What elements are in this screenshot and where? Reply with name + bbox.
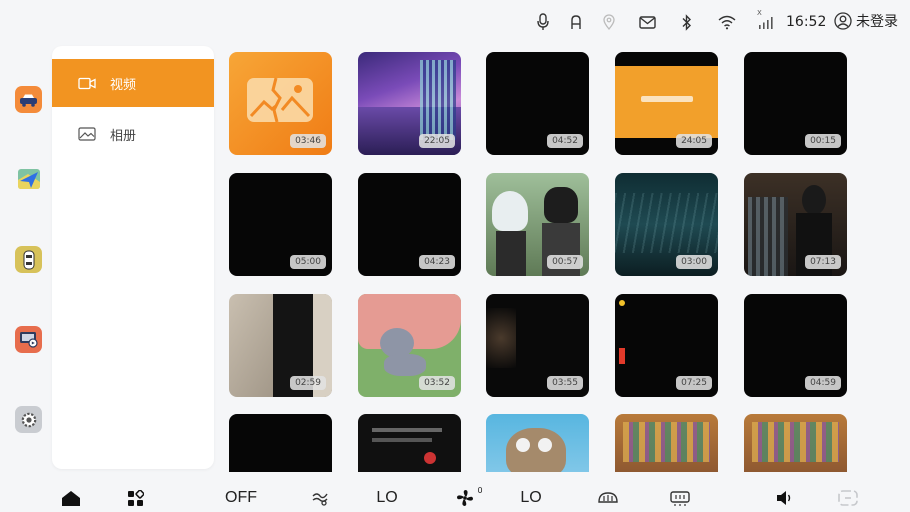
video-thumbnail[interactable]: 07:13 [744,173,847,276]
clock: 16:52 [786,14,827,30]
connect-icon[interactable] [836,486,860,510]
video-duration: 22:05 [419,134,455,148]
video-thumbnail[interactable]: 07:25 [615,294,718,397]
video-thumbnail[interactable]: 03:00 [615,173,718,276]
wifi-icon[interactable] [717,12,737,32]
video-duration: 07:13 [805,255,841,269]
video-duration: 00:57 [547,255,583,269]
tab-photo-album-label: 相册 [110,128,137,144]
video-thumbnail[interactable] [229,414,332,472]
video-thumbnail[interactable] [615,414,718,472]
front-defrost-icon[interactable] [596,486,620,510]
video-thumbnail[interactable]: 03:52 [358,294,461,397]
video-duration: 04:52 [547,134,583,148]
vehicle-app-icon[interactable] [15,246,42,273]
fan-icon[interactable] [454,486,476,510]
status-bar: X 16:52 未登录 [0,0,910,44]
video-thumbnail[interactable]: 04:52 [486,52,589,155]
apps-grid-icon[interactable] [124,486,146,510]
media-category-panel: 视频 相册 [52,46,214,469]
microphone-icon[interactable] [535,12,551,32]
video-thumbnail[interactable]: 00:15 [744,52,847,155]
video-duration: 07:25 [676,376,712,390]
fan-level: 0 [477,486,483,495]
video-duration: 03:00 [676,255,712,269]
photo-album-icon [78,127,96,141]
video-thumbnail[interactable]: 03:55 [486,294,589,397]
right-temperature[interactable]: LO [516,486,546,510]
image-placeholder-icon [247,77,313,123]
video-thumbnail[interactable]: 02:59 [229,294,332,397]
seat-icon[interactable] [568,12,584,32]
video-duration: 05:00 [290,255,326,269]
video-thumbnail[interactable] [744,414,847,472]
left-temperature[interactable]: LO [372,486,402,510]
mail-icon[interactable] [638,12,656,32]
signal-label: X [757,9,762,17]
login-button[interactable]: 未登录 [834,11,898,31]
volume-icon[interactable] [773,486,795,510]
settings-app-icon[interactable] [15,406,42,433]
signal-icon: X [756,9,776,32]
tab-photo-album[interactable]: 相册 [52,110,214,158]
video-thumbnail[interactable]: 00:57 [486,173,589,276]
tab-video[interactable]: 视频 [52,59,214,107]
navigation-app-icon[interactable] [15,165,42,192]
video-thumbnail[interactable]: 22:05 [358,52,461,155]
video-duration: 00:15 [805,134,841,148]
video-thumbnail[interactable]: 05:00 [229,173,332,276]
video-duration: 02:59 [290,376,326,390]
rear-defrost-icon[interactable] [668,486,692,510]
bluetooth-icon[interactable] [679,12,693,32]
video-duration: 04:23 [419,255,455,269]
user-avatar-icon [834,12,852,30]
video-grid: 03:46 22:05 04:52 24:05 00:15 05:00 04:2… [229,52,869,472]
tab-video-label: 视频 [110,77,137,93]
video-thumbnail[interactable] [358,414,461,472]
location-icon [602,12,616,32]
login-label: 未登录 [856,14,898,30]
video-duration: 03:52 [419,376,455,390]
video-thumbnail[interactable] [486,414,589,472]
home-icon[interactable] [60,486,82,510]
video-thumbnail[interactable]: 04:23 [358,173,461,276]
video-icon [78,77,96,89]
airflow-icon[interactable] [309,486,331,510]
media-app-icon[interactable] [15,326,42,353]
video-thumbnail[interactable]: 04:59 [744,294,847,397]
video-thumbnail[interactable]: 03:46 [229,52,332,155]
video-duration: 04:59 [805,376,841,390]
video-thumbnail[interactable]: 24:05 [615,52,718,155]
ac-status[interactable]: OFF [224,486,258,510]
car-app-icon[interactable] [15,86,42,113]
video-duration: 03:55 [547,376,583,390]
video-duration: 03:46 [290,134,326,148]
video-duration: 24:05 [676,134,712,148]
